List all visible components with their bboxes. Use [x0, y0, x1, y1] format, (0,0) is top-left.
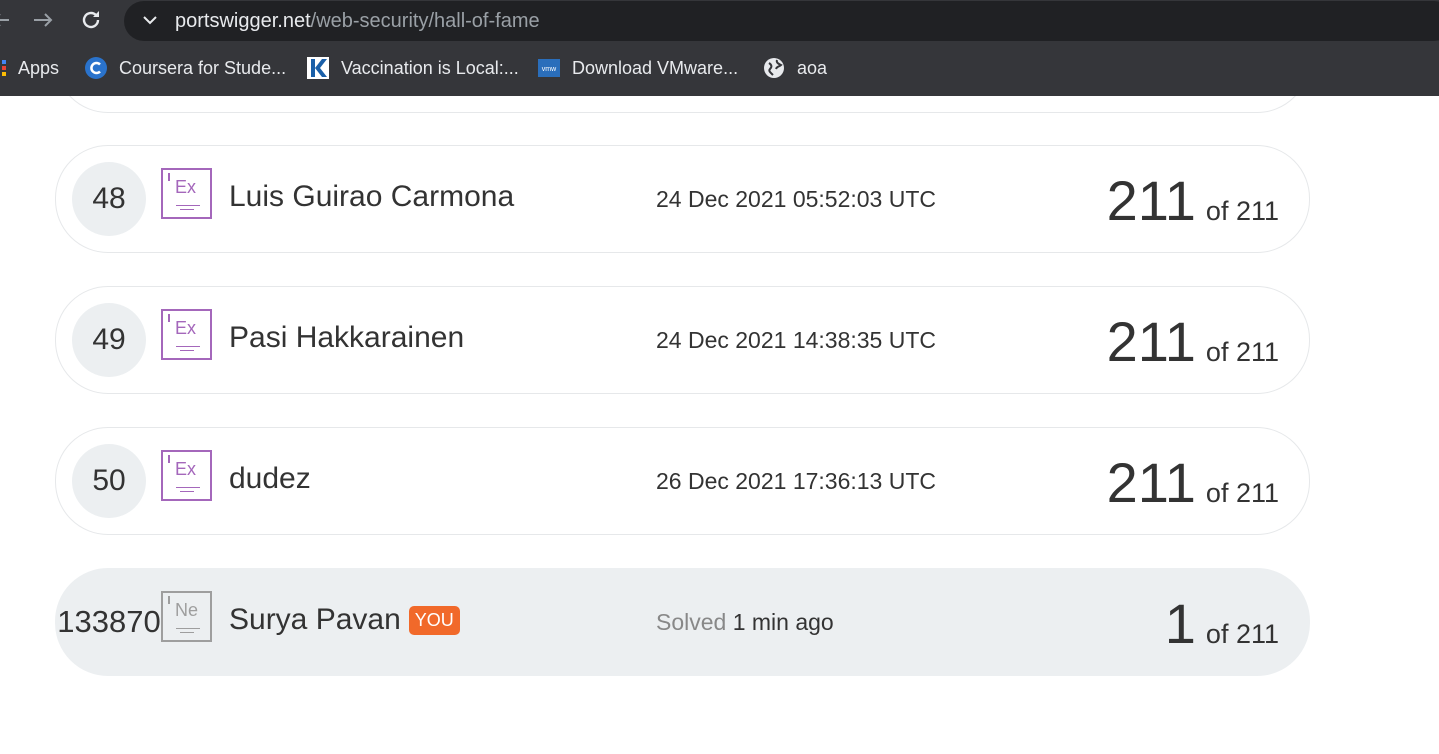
back-button[interactable] [0, 5, 16, 35]
leaderboard-row-partial [55, 96, 1310, 113]
bookmark-apps[interactable]: Apps [0, 56, 59, 80]
reload-icon [82, 11, 100, 29]
score: 211 of 211 [1107, 168, 1279, 233]
player-name: Luis Guirao Carmona [229, 180, 515, 213]
completion-date: 26 Dec 2021 17:36:13 UTC [656, 468, 937, 494]
total-count: of 211 [1205, 196, 1279, 226]
address-bar[interactable]: portswigger.net/web-security/hall-of-fam… [124, 1, 1439, 41]
solved-label: Solved [656, 609, 727, 635]
bookmark-aoa[interactable]: aoa [763, 56, 827, 80]
reload-button[interactable] [76, 5, 106, 35]
solved-status: Solved 1 min ago [656, 609, 834, 636]
you-badge: YOU [408, 605, 460, 635]
player-name-row: Surya Pavan YOU [229, 603, 460, 637]
score: 211 of 211 [1107, 309, 1279, 374]
apps-grid-icon [0, 57, 6, 79]
forward-arrow-icon [34, 13, 53, 27]
total-count: of 211 [1205, 478, 1279, 508]
k-logo-icon [307, 57, 329, 79]
rank-badge: 49 [72, 303, 146, 377]
total-count: of 211 [1205, 619, 1279, 649]
rank-badge: 48 [72, 162, 146, 236]
expert-element-icon: Ex [161, 450, 212, 501]
score: 211 of 211 [1107, 450, 1279, 515]
browser-chrome: portswigger.net/web-security/hall-of-fam… [0, 0, 1439, 96]
vmware-icon: vmw [538, 57, 560, 79]
coursera-icon [85, 57, 107, 79]
newbie-element-icon: Ne [161, 591, 212, 642]
score: 1 of 211 [1165, 591, 1279, 656]
rank-badge: 50 [72, 444, 146, 518]
bookmark-vaccination[interactable]: Vaccination is Local:... [307, 56, 519, 80]
chevron-down-icon [143, 16, 157, 25]
svg-text:vmw: vmw [542, 66, 557, 73]
solved-count: 211 [1106, 451, 1196, 514]
hall-of-fame-list: 48 Ex Luis Guirao Carmona 24 Dec 2021 05… [0, 96, 1439, 754]
solved-count: 211 [1106, 310, 1196, 373]
player-name: dudez [229, 462, 311, 495]
leaderboard-row: 49 Ex Pasi Hakkarainen 24 Dec 2021 14:38… [55, 286, 1310, 394]
forward-button[interactable] [28, 5, 58, 35]
expert-element-icon: Ex [161, 309, 212, 360]
player-name: Surya Pavan [229, 603, 401, 636]
url-text[interactable]: portswigger.net/web-security/hall-of-fam… [175, 10, 540, 33]
solved-time: 1 min ago [732, 609, 834, 635]
completion-date: 24 Dec 2021 14:38:35 UTC [656, 327, 937, 353]
bookmark-coursera[interactable]: Coursera for Stude... [85, 56, 286, 80]
completion-date: 24 Dec 2021 05:52:03 UTC [656, 186, 937, 212]
bookmarks-bar: Apps Coursera for Stude... Vaccination i… [0, 48, 1439, 88]
leaderboard-row: 50 Ex dudez 26 Dec 2021 17:36:13 UTC 211… [55, 427, 1310, 535]
globe-icon [763, 57, 785, 79]
bookmark-vmware[interactable]: vmw Download VMware... [538, 56, 738, 80]
total-count: of 211 [1205, 337, 1279, 367]
solved-count: 1 [1164, 592, 1196, 655]
rank-badge: 133870 [57, 604, 161, 639]
leaderboard-row: 48 Ex Luis Guirao Carmona 24 Dec 2021 05… [55, 145, 1310, 253]
expert-element-icon: Ex [161, 168, 212, 219]
solved-count: 211 [1106, 169, 1196, 232]
player-name: Pasi Hakkarainen [229, 321, 465, 354]
leaderboard-row-you: 133870 Ne Surya Pavan YOU Solved 1 min a… [55, 568, 1310, 676]
